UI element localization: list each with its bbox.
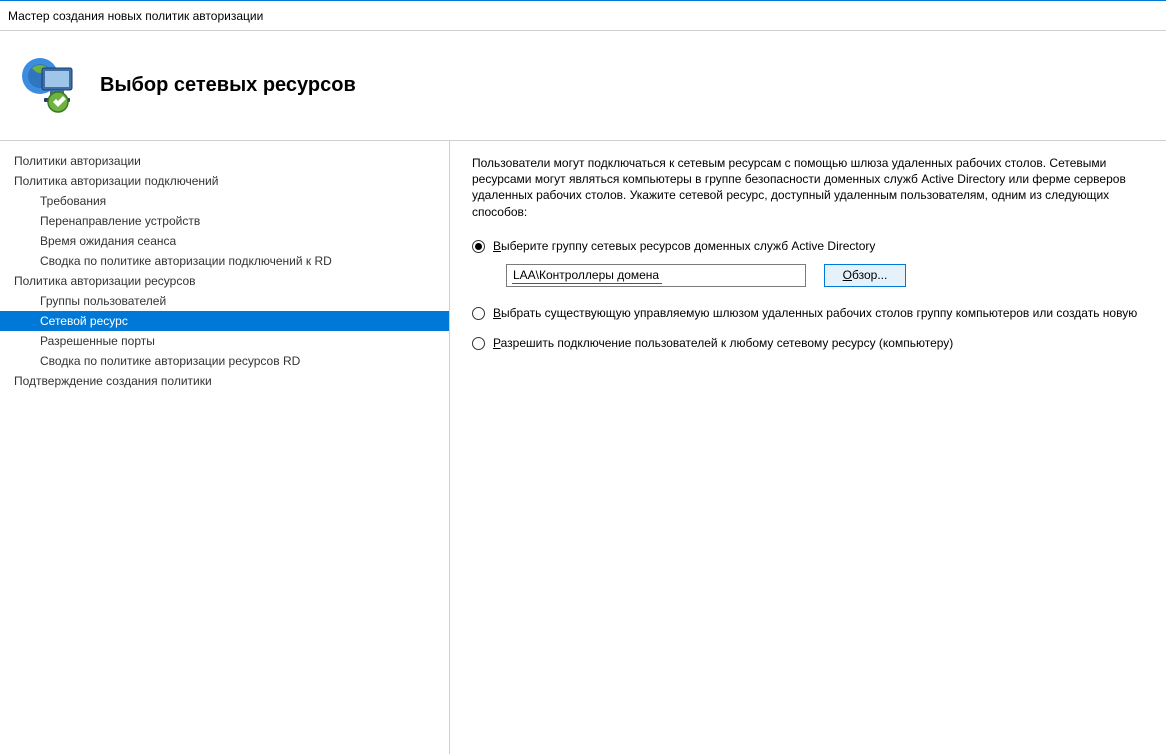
- nav-item-3[interactable]: Перенаправление устройств: [0, 211, 449, 231]
- wizard-nav-sidebar: Политики авторизацииПолитика авторизации…: [0, 141, 450, 754]
- wizard-window: Мастер создания новых политик авторизаци…: [0, 0, 1166, 754]
- nav-item-0[interactable]: Политики авторизации: [0, 151, 449, 171]
- description-text: Пользователи могут подключаться к сетевы…: [472, 155, 1146, 220]
- radio-any-resource[interactable]: [472, 337, 485, 350]
- option-managed-group-label: Выбрать существующую управляемую шлюзом …: [493, 305, 1146, 321]
- content-area: Политики авторизацииПолитика авторизации…: [0, 141, 1166, 754]
- spellcheck-underline: [512, 283, 662, 284]
- option-any-resource[interactable]: Разрешить подключение пользователей к лю…: [472, 335, 1146, 351]
- option-managed-group[interactable]: Выбрать существующую управляемую шлюзом …: [472, 305, 1146, 321]
- ad-group-input-row: Обзор...: [506, 264, 1146, 287]
- option-any-resource-label: Разрешить подключение пользователей к лю…: [493, 335, 1146, 351]
- nav-item-11[interactable]: Подтверждение создания политики: [0, 371, 449, 391]
- main-panel: Пользователи могут подключаться к сетевы…: [450, 141, 1166, 754]
- radio-managed-group[interactable]: [472, 307, 485, 320]
- page-title: Выбор сетевых ресурсов: [100, 74, 356, 97]
- ad-group-input-wrap: [506, 264, 806, 287]
- wizard-icon: [18, 54, 82, 118]
- window-title: Мастер создания новых политик авторизаци…: [8, 9, 263, 23]
- nav-item-2[interactable]: Требования: [0, 191, 449, 211]
- nav-item-4[interactable]: Время ожидания сеанса: [0, 231, 449, 251]
- nav-item-9[interactable]: Разрешенные порты: [0, 331, 449, 351]
- option-ad-group[interactable]: Выберите группу сетевых ресурсов доменны…: [472, 238, 1146, 254]
- browse-button[interactable]: Обзор...: [824, 264, 906, 287]
- nav-item-5[interactable]: Сводка по политике авторизации подключен…: [0, 251, 449, 271]
- nav-item-6[interactable]: Политика авторизации ресурсов: [0, 271, 449, 291]
- nav-item-1[interactable]: Политика авторизации подключений: [0, 171, 449, 191]
- nav-item-7[interactable]: Группы пользователей: [0, 291, 449, 311]
- nav-item-10[interactable]: Сводка по политике авторизации ресурсов …: [0, 351, 449, 371]
- nav-item-8[interactable]: Сетевой ресурс: [0, 311, 449, 331]
- wizard-header: Выбор сетевых ресурсов: [0, 31, 1166, 141]
- radio-ad-group[interactable]: [472, 240, 485, 253]
- titlebar: Мастер создания новых политик авторизаци…: [0, 1, 1166, 31]
- option-ad-group-label: Выберите группу сетевых ресурсов доменны…: [493, 238, 1146, 254]
